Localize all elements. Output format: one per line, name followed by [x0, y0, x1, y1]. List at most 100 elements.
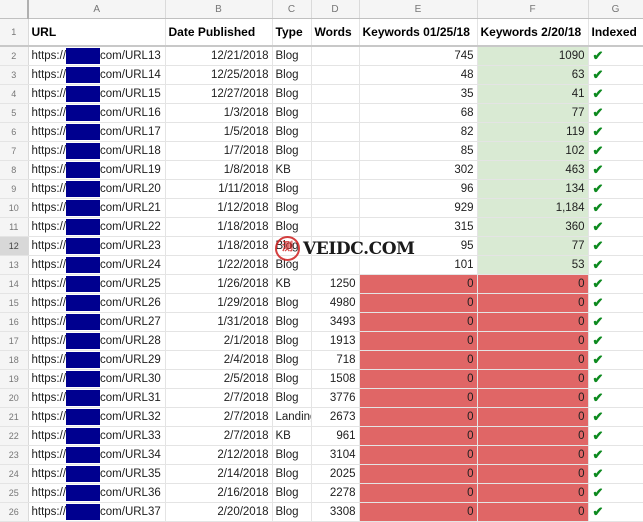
cell-keywords-2[interactable]: 41 — [477, 84, 589, 104]
cell-keywords-1[interactable]: 0 — [359, 369, 478, 389]
row-number-12[interactable]: 12 — [0, 236, 29, 256]
cell-keywords-2[interactable]: 0 — [477, 331, 589, 351]
cell-date-published[interactable]: 2/1/2018 — [165, 331, 273, 351]
cell-date-published[interactable]: 1/5/2018 — [165, 122, 273, 142]
cell-keywords-1[interactable]: 0 — [359, 312, 478, 332]
cell-keywords-1[interactable]: 0 — [359, 502, 478, 522]
header-cell-words[interactable]: Words — [311, 18, 360, 47]
cell-keywords-1[interactable]: 0 — [359, 274, 478, 294]
cell-url[interactable]: https:// com/URL23 — [28, 236, 166, 256]
cell-keywords-1[interactable]: 302 — [359, 160, 478, 180]
cell-words[interactable] — [311, 255, 360, 275]
cell-keywords-1[interactable]: 68 — [359, 103, 478, 123]
cell-url[interactable]: https:// com/URL16 — [28, 103, 166, 123]
cell-date-published[interactable]: 1/26/2018 — [165, 274, 273, 294]
cell-keywords-2[interactable]: 77 — [477, 103, 589, 123]
cell-date-published[interactable]: 12/21/2018 — [165, 46, 273, 66]
cell-words[interactable]: 3308 — [311, 502, 360, 522]
cell-indexed-check-icon[interactable]: ✔ — [588, 198, 643, 218]
column-header-a[interactable]: A — [28, 0, 166, 19]
cell-keywords-2[interactable]: 63 — [477, 65, 589, 85]
cell-date-published[interactable]: 12/25/2018 — [165, 65, 273, 85]
cell-url[interactable]: https:// com/URL31 — [28, 388, 166, 408]
column-header-e[interactable]: E — [359, 0, 478, 19]
cell-keywords-1[interactable]: 745 — [359, 46, 478, 66]
cell-words[interactable] — [311, 217, 360, 237]
cell-indexed-check-icon[interactable]: ✔ — [588, 141, 643, 161]
cell-keywords-2[interactable]: 0 — [477, 407, 589, 427]
cell-words[interactable] — [311, 84, 360, 104]
cell-keywords-1[interactable]: 101 — [359, 255, 478, 275]
cell-date-published[interactable]: 2/7/2018 — [165, 407, 273, 427]
cell-url[interactable]: https:// com/URL19 — [28, 160, 166, 180]
cell-type[interactable]: Blog — [272, 388, 312, 408]
column-header-d[interactable]: D — [311, 0, 360, 19]
cell-url[interactable]: https:// com/URL20 — [28, 179, 166, 199]
cell-type[interactable]: Blog — [272, 198, 312, 218]
cell-words[interactable]: 4980 — [311, 293, 360, 313]
cell-words[interactable] — [311, 179, 360, 199]
cell-url[interactable]: https:// com/URL32 — [28, 407, 166, 427]
cell-type[interactable]: Blog — [272, 255, 312, 275]
cell-date-published[interactable]: 2/7/2018 — [165, 388, 273, 408]
cell-url[interactable]: https:// com/URL30 — [28, 369, 166, 389]
row-number-18[interactable]: 18 — [0, 350, 29, 370]
cell-type[interactable]: KB — [272, 160, 312, 180]
cell-keywords-1[interactable]: 96 — [359, 179, 478, 199]
cell-type[interactable]: Blog — [272, 464, 312, 484]
cell-keywords-2[interactable]: 77 — [477, 236, 589, 256]
cell-type[interactable]: Blog — [272, 217, 312, 237]
row-number-15[interactable]: 15 — [0, 293, 29, 313]
cell-indexed-check-icon[interactable]: ✔ — [588, 312, 643, 332]
cell-keywords-1[interactable]: 315 — [359, 217, 478, 237]
cell-date-published[interactable]: 1/12/2018 — [165, 198, 273, 218]
cell-words[interactable] — [311, 198, 360, 218]
cell-indexed-check-icon[interactable]: ✔ — [588, 46, 643, 66]
cell-words[interactable] — [311, 103, 360, 123]
cell-indexed-check-icon[interactable]: ✔ — [588, 217, 643, 237]
cell-date-published[interactable]: 2/7/2018 — [165, 426, 273, 446]
cell-keywords-2[interactable]: 463 — [477, 160, 589, 180]
cell-keywords-1[interactable]: 82 — [359, 122, 478, 142]
cell-words[interactable]: 3104 — [311, 445, 360, 465]
cell-url[interactable]: https:// com/URL26 — [28, 293, 166, 313]
cell-url[interactable]: https:// com/URL25 — [28, 274, 166, 294]
cell-type[interactable]: Blog — [272, 502, 312, 522]
cell-url[interactable]: https:// com/URL33 — [28, 426, 166, 446]
cell-words[interactable]: 1250 — [311, 274, 360, 294]
header-cell-keywords-2[interactable]: Keywords 2/20/18 — [477, 18, 589, 47]
row-number-14[interactable]: 14 — [0, 274, 29, 294]
cell-url[interactable]: https:// com/URL24 — [28, 255, 166, 275]
cell-type[interactable]: Blog — [272, 312, 312, 332]
cell-keywords-1[interactable]: 0 — [359, 350, 478, 370]
row-number-6[interactable]: 6 — [0, 122, 29, 142]
row-number-13[interactable]: 13 — [0, 255, 29, 275]
cell-keywords-2[interactable]: 1,184 — [477, 198, 589, 218]
cell-words[interactable]: 2673 — [311, 407, 360, 427]
row-number-7[interactable]: 7 — [0, 141, 29, 161]
cell-url[interactable]: https:// com/URL28 — [28, 331, 166, 351]
cell-keywords-2[interactable]: 102 — [477, 141, 589, 161]
cell-date-published[interactable]: 2/4/2018 — [165, 350, 273, 370]
cell-words[interactable] — [311, 236, 360, 256]
cell-words[interactable]: 3776 — [311, 388, 360, 408]
row-number-5[interactable]: 5 — [0, 103, 29, 123]
cell-type[interactable]: Blog — [272, 179, 312, 199]
cell-keywords-2[interactable]: 119 — [477, 122, 589, 142]
cell-date-published[interactable]: 2/20/2018 — [165, 502, 273, 522]
column-header-b[interactable]: B — [165, 0, 273, 19]
cell-indexed-check-icon[interactable]: ✔ — [588, 502, 643, 522]
cell-url[interactable]: https:// com/URL17 — [28, 122, 166, 142]
cell-keywords-1[interactable]: 95 — [359, 236, 478, 256]
row-number-8[interactable]: 8 — [0, 160, 29, 180]
cell-type[interactable]: KB — [272, 426, 312, 446]
cell-date-published[interactable]: 1/7/2018 — [165, 141, 273, 161]
cell-date-published[interactable]: 1/18/2018 — [165, 236, 273, 256]
cell-keywords-2[interactable]: 0 — [477, 312, 589, 332]
cell-date-published[interactable]: 2/5/2018 — [165, 369, 273, 389]
cell-words[interactable] — [311, 141, 360, 161]
cell-url[interactable]: https:// com/URL27 — [28, 312, 166, 332]
cell-keywords-1[interactable]: 0 — [359, 445, 478, 465]
cell-indexed-check-icon[interactable]: ✔ — [588, 426, 643, 446]
cell-date-published[interactable]: 1/11/2018 — [165, 179, 273, 199]
